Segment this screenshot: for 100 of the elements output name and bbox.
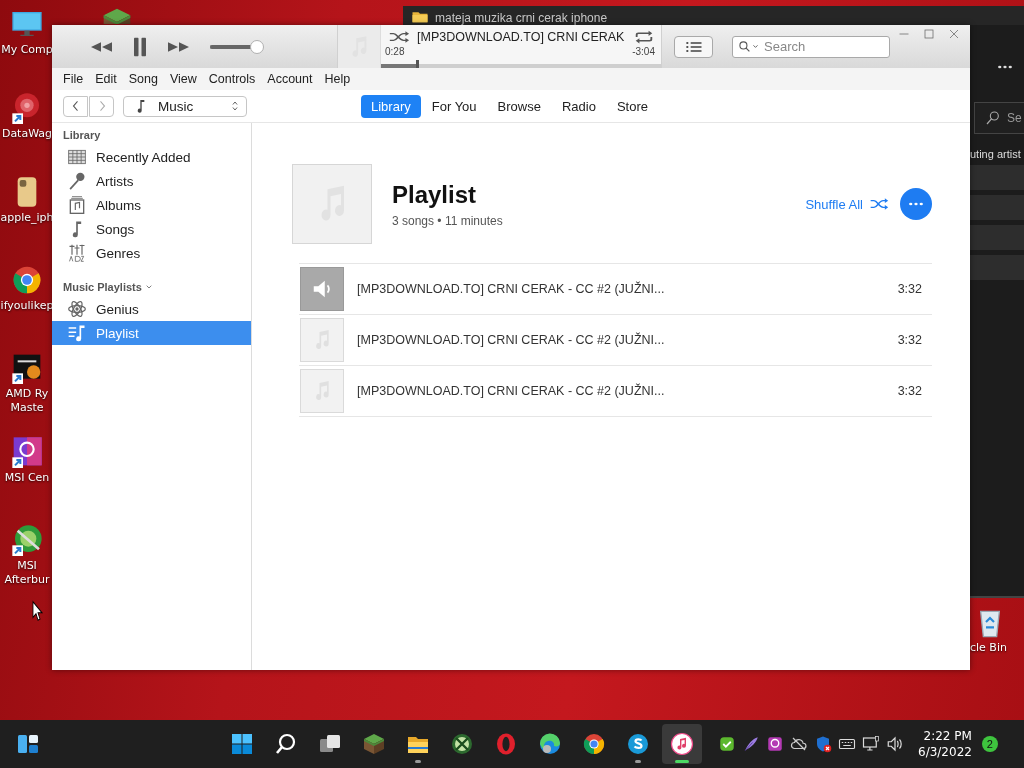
song-row[interactable]: [MP3DOWNLOAD.TO] CRNI CERAK - CC #2 (JUŽNI... 3:32 bbox=[299, 315, 932, 366]
media-dropdown[interactable]: Music bbox=[123, 95, 247, 117]
song-duration: 3:32 bbox=[897, 384, 922, 398]
icon-label[interactable]: ifyoulikep bbox=[0, 299, 54, 313]
skype-icon[interactable] bbox=[626, 732, 650, 756]
album-icon bbox=[67, 195, 87, 215]
pause-icon[interactable] bbox=[131, 35, 149, 58]
taskbar-button[interactable] bbox=[662, 724, 702, 764]
elapsed-time: 0:28 bbox=[385, 46, 405, 57]
search-icon bbox=[985, 110, 1001, 126]
song-title: [MP3DOWNLOAD.TO] CRNI CERAK - CC #2 (JUŽNI... bbox=[357, 333, 665, 347]
chrome-icon[interactable] bbox=[582, 732, 606, 756]
search-field[interactable]: Search bbox=[732, 35, 890, 58]
shuffle-icon bbox=[869, 196, 889, 212]
song-duration: 3:32 bbox=[897, 282, 922, 296]
chevron-down-icon[interactable] bbox=[144, 283, 153, 291]
chrome-icon[interactable] bbox=[11, 264, 43, 296]
menu-item[interactable]: Song bbox=[128, 72, 158, 86]
network-icon[interactable] bbox=[862, 735, 880, 753]
remaining-time: -3:04 bbox=[632, 46, 655, 57]
running-indicator bbox=[415, 760, 421, 763]
shield-icon[interactable] bbox=[814, 735, 832, 753]
icon-label[interactable]: cle Bin bbox=[970, 641, 1024, 655]
clock-time[interactable]: 2:22 PM bbox=[923, 728, 972, 744]
sidebar-item[interactable]: Genius bbox=[52, 297, 251, 321]
window-title: mateja muzika crni cerak iphone bbox=[435, 11, 608, 25]
processor-shortcut-icon[interactable] bbox=[11, 352, 43, 384]
microphone-icon bbox=[67, 171, 87, 191]
running-indicator bbox=[635, 760, 641, 763]
playlist-summary: 3 songs • 11 minutes bbox=[392, 213, 504, 228]
icon-label[interactable]: apple_iph bbox=[0, 211, 54, 225]
running-indicator bbox=[675, 760, 689, 763]
subtitle-text: uting artist bbox=[970, 148, 1022, 160]
notification-badge[interactable]: 2 bbox=[981, 736, 998, 752]
slider-thumb[interactable] bbox=[249, 39, 264, 54]
check-icon[interactable] bbox=[718, 735, 736, 753]
feather-icon[interactable] bbox=[742, 735, 760, 753]
playlist-icon bbox=[67, 323, 87, 343]
menu-item[interactable]: Account bbox=[267, 72, 313, 86]
menu-item[interactable]: File bbox=[63, 72, 84, 86]
atom-icon bbox=[67, 299, 87, 319]
caret-icon bbox=[752, 43, 759, 50]
icon-label[interactable]: My Comp bbox=[0, 43, 54, 57]
sidebar-item[interactable]: Recently Added bbox=[52, 145, 251, 169]
repeat-icon[interactable] bbox=[633, 28, 655, 46]
menu-item[interactable]: Controls bbox=[208, 72, 256, 86]
icon-label[interactable]: MSI Cen bbox=[0, 471, 54, 485]
grass-block-icon[interactable] bbox=[362, 732, 386, 756]
icon-label[interactable]: MSI Afterbur bbox=[0, 559, 54, 587]
section-header: Library bbox=[63, 129, 101, 141]
folder-icon bbox=[411, 9, 429, 25]
more-button[interactable] bbox=[900, 188, 932, 220]
nav-tab[interactable]: Radio bbox=[551, 94, 606, 118]
icon-label[interactable]: AMD Ry Maste bbox=[0, 387, 54, 415]
menu-item[interactable]: Edit bbox=[95, 72, 117, 86]
widgets-icon[interactable] bbox=[16, 732, 40, 756]
close-icon[interactable] bbox=[948, 28, 960, 40]
song-title: [MP3DOWNLOAD.TO] CRNI CERAK - CC #2 (JUŽNI... bbox=[357, 384, 665, 398]
nav-tab[interactable]: Library bbox=[361, 94, 421, 118]
back-button[interactable] bbox=[63, 95, 88, 117]
speaker-icon bbox=[311, 278, 333, 300]
search-icon bbox=[738, 40, 751, 53]
start-icon[interactable] bbox=[230, 732, 254, 756]
shuffle-all-link[interactable]: Shuffle All bbox=[805, 196, 889, 212]
sidebar-item[interactable]: Albums bbox=[52, 193, 251, 217]
playlist-title: Playlist bbox=[392, 180, 478, 209]
song-row[interactable]: [MP3DOWNLOAD.TO] CRNI CERAK - CC #2 (JUŽNI... 3:32 bbox=[299, 366, 932, 417]
msi-center-shortcut-icon[interactable] bbox=[11, 436, 43, 468]
up-next-button[interactable] bbox=[674, 35, 713, 58]
music-app-icon[interactable] bbox=[670, 732, 694, 756]
search-input[interactable]: Search bbox=[764, 39, 884, 54]
song-title: [MP3DOWNLOAD.TO] CRNI CERAK - CC #2 (JUŽNI... bbox=[357, 282, 665, 296]
edge-icon[interactable] bbox=[538, 732, 562, 756]
updown-icon bbox=[230, 100, 240, 112]
genres-icon bbox=[67, 243, 87, 263]
clock-date[interactable]: 6/3/2022 bbox=[918, 744, 972, 760]
nav-tab[interactable]: Browse bbox=[487, 94, 551, 118]
icon-label[interactable]: DataWag bbox=[0, 127, 54, 141]
sidebar-item[interactable]: Genres bbox=[52, 241, 251, 265]
shuffle-icon[interactable] bbox=[388, 29, 410, 45]
sidebar-item[interactable]: Artists bbox=[52, 169, 251, 193]
grid-icon bbox=[67, 147, 87, 167]
panel-search-box[interactable]: Se bbox=[974, 102, 1024, 134]
playhead[interactable] bbox=[416, 60, 420, 68]
opera-icon[interactable] bbox=[494, 732, 518, 756]
cloud-off-icon[interactable] bbox=[790, 735, 808, 753]
section-header: Music Playlists bbox=[63, 281, 142, 293]
gaming-app-icon[interactable] bbox=[450, 732, 474, 756]
volume-icon[interactable] bbox=[886, 735, 904, 753]
progress-bar[interactable] bbox=[381, 60, 661, 68]
nav-tab[interactable]: Store bbox=[606, 94, 658, 118]
nav-tab[interactable]: For You bbox=[421, 94, 487, 118]
menu-item[interactable]: Help bbox=[324, 72, 351, 86]
msi-tray-icon[interactable] bbox=[766, 735, 784, 753]
song-duration: 3:32 bbox=[897, 333, 922, 347]
search-icon[interactable] bbox=[274, 732, 298, 756]
sidebar-item[interactable]: Songs bbox=[52, 217, 251, 241]
gauge-shortcut-icon[interactable] bbox=[11, 524, 43, 556]
song-row[interactable]: [MP3DOWNLOAD.TO] CRNI CERAK - CC #2 (JUŽNI... 3:32 bbox=[299, 264, 932, 315]
menu-item[interactable]: View bbox=[169, 72, 197, 86]
